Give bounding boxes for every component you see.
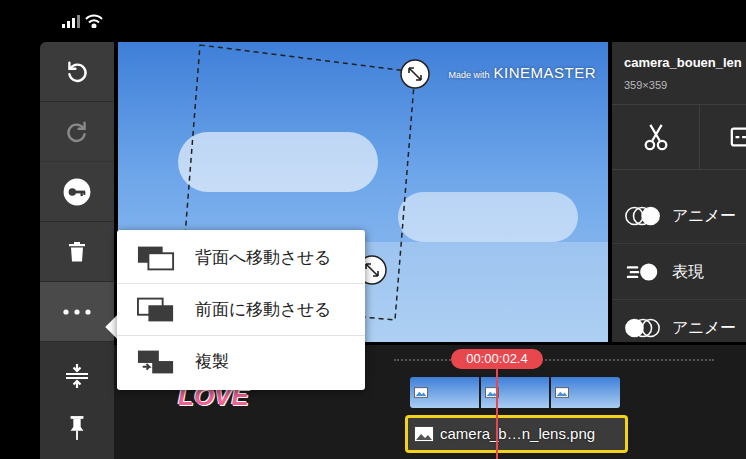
playhead[interactable] bbox=[496, 367, 498, 459]
adjust-icon bbox=[63, 362, 91, 390]
thumbnail bbox=[551, 377, 620, 408]
time-badge: 00:00:02.4 bbox=[451, 349, 543, 369]
option-label: アニメー bbox=[672, 316, 736, 340]
split-button[interactable] bbox=[700, 105, 746, 169]
split-icon bbox=[729, 122, 746, 152]
menu-label: 複製 bbox=[195, 349, 229, 375]
watermark: Made with KINEMASTER bbox=[448, 62, 596, 85]
anim-in-icon bbox=[624, 205, 662, 227]
option-list: アニメー表現アニメー bbox=[612, 170, 746, 342]
undo-icon bbox=[64, 59, 90, 85]
thumbnail bbox=[481, 377, 550, 408]
send-back-icon bbox=[137, 245, 175, 271]
timeline-tools bbox=[40, 342, 114, 459]
image-icon bbox=[555, 387, 569, 398]
clip-label: camera_b…n_lens.png bbox=[440, 423, 595, 446]
delete-icon bbox=[65, 240, 89, 264]
delete-button[interactable] bbox=[40, 222, 114, 282]
option-row[interactable]: アニメー bbox=[612, 188, 746, 244]
button-face bbox=[40, 282, 114, 341]
button-face bbox=[40, 102, 114, 161]
scissors-icon bbox=[641, 122, 671, 152]
ruler bbox=[394, 359, 714, 361]
express-icon bbox=[624, 261, 662, 283]
button-face bbox=[40, 162, 114, 221]
anim-out-icon bbox=[624, 317, 662, 339]
key-button[interactable] bbox=[40, 162, 114, 222]
button-face bbox=[40, 42, 114, 101]
key-icon bbox=[63, 178, 91, 206]
pin-icon bbox=[66, 415, 88, 441]
option-row[interactable]: 表現 bbox=[612, 244, 746, 300]
menu: 背面へ移動させる前面に移動させる複製 bbox=[117, 230, 365, 390]
option-label: アニメー bbox=[672, 204, 736, 228]
menu-item[interactable]: 前面に移動させる bbox=[117, 284, 365, 336]
watermark-prefix: Made with bbox=[448, 69, 489, 83]
option-label: 表現 bbox=[672, 260, 704, 284]
option-row[interactable]: アニメー bbox=[612, 300, 746, 342]
tool-row bbox=[612, 104, 746, 170]
more-icon bbox=[62, 308, 92, 316]
cloud bbox=[178, 132, 378, 192]
inspector: camera_bouen_len359×359アニメー表現アニメー bbox=[612, 42, 746, 342]
adjust-button[interactable] bbox=[40, 350, 114, 402]
button-face bbox=[40, 222, 114, 281]
context-menu: 背面へ移動させる前面に移動させる複製 bbox=[117, 230, 365, 390]
more-button[interactable] bbox=[40, 282, 114, 342]
pin-button[interactable] bbox=[40, 402, 114, 454]
selected-clip[interactable]: camera_b…n_lens.png bbox=[405, 415, 628, 453]
image-icon bbox=[414, 387, 428, 398]
thumbnail bbox=[410, 377, 479, 408]
menu-item[interactable]: 複製 bbox=[117, 336, 365, 388]
photo-track[interactable] bbox=[410, 377, 620, 408]
watermark-brand: KINEMASTER bbox=[493, 62, 596, 85]
scissors-button[interactable] bbox=[612, 105, 700, 169]
clip-size: 359×359 bbox=[624, 77, 746, 94]
signal-icon bbox=[62, 14, 82, 28]
redo-button[interactable] bbox=[40, 102, 114, 162]
menu-label: 背面へ移動させる bbox=[195, 245, 331, 271]
toolbar bbox=[40, 42, 114, 459]
image-icon bbox=[414, 426, 434, 442]
status-bar bbox=[0, 0, 746, 42]
menu-item[interactable]: 背面へ移動させる bbox=[117, 232, 365, 284]
cloud bbox=[398, 192, 578, 242]
redo-icon bbox=[64, 119, 90, 145]
menu-label: 前面に移動させる bbox=[195, 297, 331, 323]
duplicate-icon bbox=[137, 349, 175, 375]
bring-front-icon bbox=[137, 297, 175, 323]
clip-info: camera_bouen_len 359×359 bbox=[612, 42, 746, 104]
undo-button[interactable] bbox=[40, 42, 114, 102]
wifi-icon bbox=[85, 14, 103, 28]
editor: Made with KINEMASTER camera_bouen_len 359×3… bbox=[0, 42, 746, 459]
clip-title: camera_bouen_len bbox=[624, 53, 746, 73]
